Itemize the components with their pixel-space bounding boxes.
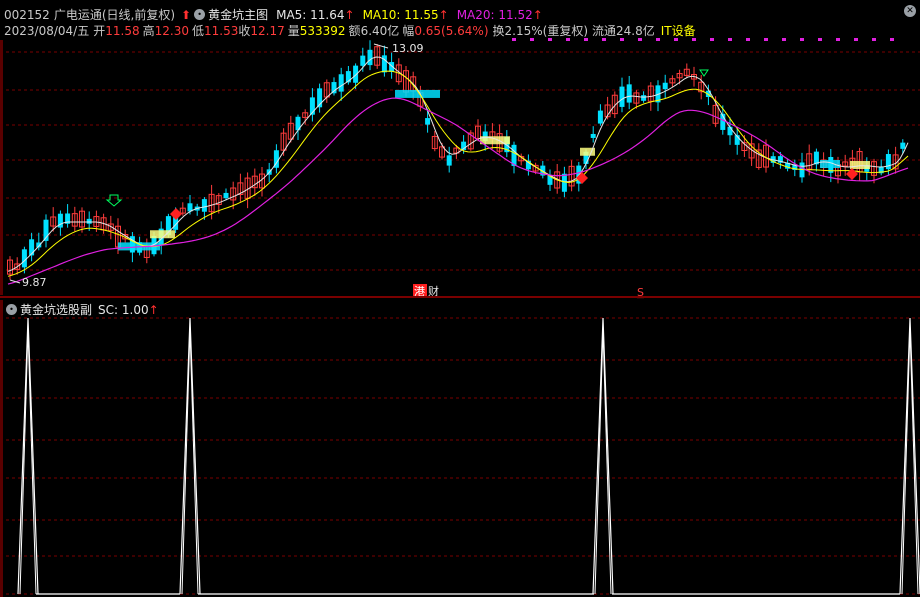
candle-body — [86, 218, 92, 224]
sub-panel-header: • 黄金坑选股副 SC: 1.00 ↑ — [4, 301, 159, 318]
candle-body — [338, 74, 344, 92]
ribbon-segment — [820, 160, 840, 168]
candle-body — [590, 133, 596, 138]
candle-body — [381, 55, 387, 73]
signal-dot — [710, 38, 714, 41]
candle-body — [626, 84, 632, 103]
signal-dot — [818, 38, 822, 41]
candle-body — [597, 110, 603, 124]
diamond-marker-icon — [846, 168, 858, 180]
ribbon-segment — [150, 230, 175, 239]
panel-divider[interactable] — [0, 296, 920, 298]
candle-body — [511, 144, 517, 166]
candle-body — [446, 155, 452, 166]
kline-chart[interactable]: 13.09 9.87 港 财 S — [0, 0, 920, 597]
signal-dot — [728, 38, 732, 41]
sub-indicator-name[interactable]: 黄金坑选股副 — [20, 301, 92, 318]
buy-arrow-icon — [105, 194, 123, 207]
candle-body — [21, 249, 27, 268]
candle-body — [425, 118, 431, 125]
signal-dot — [872, 38, 876, 41]
candle-body — [223, 192, 229, 199]
signal-dot — [566, 38, 570, 41]
signal-dot — [674, 38, 678, 41]
ribbon-segment — [850, 161, 870, 169]
signal-dot — [692, 38, 696, 41]
signal-dot — [548, 38, 552, 41]
candle-body — [353, 65, 359, 83]
candle-body — [885, 154, 891, 170]
signal-dot — [584, 38, 588, 41]
signal-dot — [530, 38, 534, 41]
candle-body — [561, 173, 567, 192]
signal-dots — [512, 38, 894, 41]
signal-dot — [656, 38, 660, 41]
candle-body — [619, 86, 625, 107]
signal-dot — [854, 38, 858, 41]
signal-dot — [890, 38, 894, 41]
candle-body — [367, 49, 373, 66]
signal-dot — [836, 38, 840, 41]
low-price-mark: 9.87 — [22, 276, 47, 289]
sc-up-icon: ↑ — [148, 302, 159, 317]
signal-dot — [602, 38, 606, 41]
candle-body — [360, 55, 366, 66]
left-edge-bar — [0, 40, 3, 295]
signal-dot — [782, 38, 786, 41]
sub-indicator-lines — [17, 317, 920, 595]
signal-dot — [620, 38, 624, 41]
ma20-line — [7, 97, 909, 285]
grid-lines — [0, 40, 920, 597]
signal-dot — [746, 38, 750, 41]
candle-body — [29, 239, 35, 256]
high-price-mark: 13.09 — [392, 42, 424, 55]
candle-body — [641, 95, 647, 101]
sc-value: SC: 1.00 — [98, 302, 149, 317]
candle-body — [662, 82, 668, 90]
sub-settings-circle-icon[interactable]: • — [6, 304, 17, 315]
high-price-pointer — [373, 43, 389, 49]
ma10-line — [7, 70, 909, 277]
left-edge-bar — [0, 300, 3, 597]
signal-dot — [800, 38, 804, 41]
signal-dot — [638, 38, 642, 41]
candle-body — [201, 199, 207, 212]
signal-dot — [764, 38, 768, 41]
signal-dot — [512, 38, 516, 41]
candle-body — [900, 142, 906, 149]
